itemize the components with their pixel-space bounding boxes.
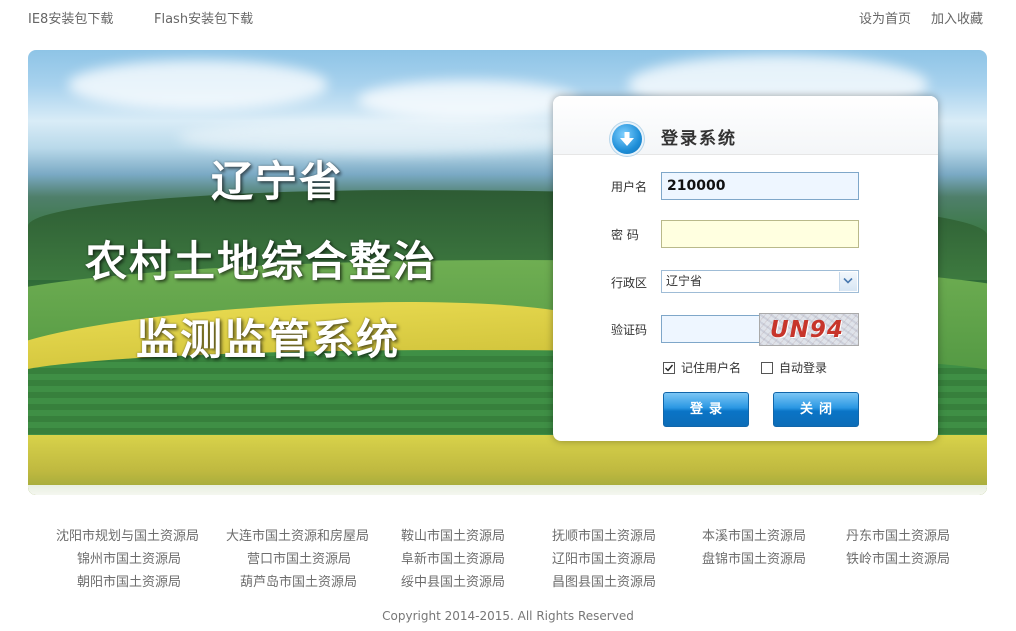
banner-title-line3: 监测监管系统 — [136, 315, 401, 364]
username-label: 用户名 — [611, 180, 648, 194]
set-homepage-link[interactable]: 设为首页 — [859, 11, 911, 29]
remember-username-checkbox[interactable] — [663, 362, 675, 374]
login-panel-header — [553, 96, 938, 155]
ie8-download-link[interactable]: IE8安装包下载 — [28, 11, 113, 29]
bureau-link[interactable]: 沈阳市规划与国土资源局 — [56, 528, 199, 546]
username-input[interactable] — [661, 172, 859, 200]
captcha-label: 验证码 — [611, 323, 648, 337]
bureau-link[interactable]: 锦州市国土资源局 — [77, 551, 181, 569]
bureau-link[interactable]: 营口市国土资源局 — [247, 551, 351, 569]
password-input[interactable] — [661, 220, 859, 248]
captcha-input[interactable] — [661, 315, 760, 343]
password-label: 密 码 — [611, 228, 639, 242]
region-label: 行政区 — [611, 276, 648, 290]
captcha-image[interactable]: UN94 — [759, 313, 859, 346]
copyright-text: Copyright 2014-2015. All Rights Reserved — [382, 609, 634, 623]
region-selected-value: 辽宁省 — [666, 274, 703, 288]
banner-bottom-edge — [28, 485, 987, 495]
flash-download-link[interactable]: Flash安装包下载 — [154, 11, 253, 29]
bureau-link[interactable]: 鞍山市国土资源局 — [401, 528, 505, 546]
bureau-link[interactable]: 丹东市国土资源局 — [846, 528, 950, 546]
login-button[interactable]: 登录 — [663, 392, 749, 427]
chevron-down-icon[interactable] — [839, 272, 857, 291]
close-button[interactable]: 关闭 — [773, 392, 859, 427]
bureau-link[interactable]: 盘锦市国土资源局 — [702, 551, 806, 569]
bureau-link[interactable]: 大连市国土资源和房屋局 — [226, 528, 369, 546]
auto-login-label: 自动登录 — [779, 361, 828, 375]
bureau-link[interactable]: 本溪市国土资源局 — [702, 528, 806, 546]
login-panel: 登录系统 用户名 密 码 行政区 辽宁省 验证码 UN94 记住用户名 自动登录… — [553, 96, 938, 441]
cloud — [358, 80, 578, 120]
remember-username-label: 记住用户名 — [681, 361, 742, 375]
bureau-link[interactable]: 阜新市国土资源局 — [401, 551, 505, 569]
cloud — [68, 60, 328, 110]
banner-title-line2: 农村土地综合整治 — [85, 237, 438, 286]
bureau-link[interactable]: 绥中县国土资源局 — [401, 574, 505, 592]
auto-login-checkbox[interactable] — [761, 362, 773, 374]
download-arrow-icon — [612, 124, 642, 154]
bureau-link[interactable]: 铁岭市国土资源局 — [846, 551, 950, 569]
login-title: 登录系统 — [661, 129, 737, 149]
banner-title-line1: 辽宁省 — [211, 157, 344, 206]
bureau-link[interactable]: 葫芦岛市国土资源局 — [240, 574, 357, 592]
bureau-link[interactable]: 昌图县国土资源局 — [552, 574, 656, 592]
bureau-link[interactable]: 抚顺市国土资源局 — [552, 528, 656, 546]
captcha-text: UN94 — [770, 317, 844, 343]
region-select[interactable]: 辽宁省 — [661, 270, 859, 293]
add-favorite-link[interactable]: 加入收藏 — [931, 11, 983, 29]
bureau-link[interactable]: 辽阳市国土资源局 — [552, 551, 656, 569]
bureau-link[interactable]: 朝阳市国土资源局 — [77, 574, 181, 592]
